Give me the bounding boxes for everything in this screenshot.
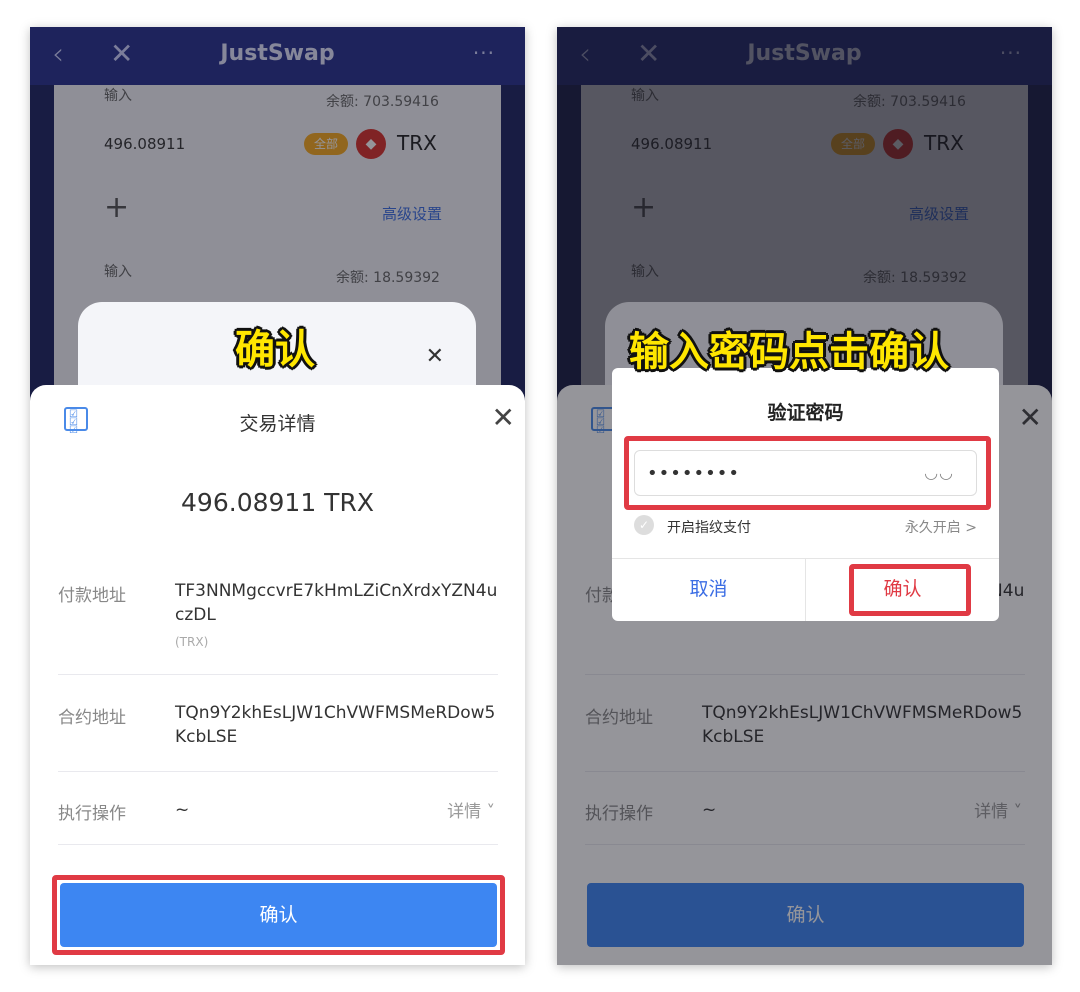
fingerprint-label: 开启指纹支付 (667, 520, 751, 536)
operation-label: 执行操作 (58, 804, 126, 824)
payment-address-value: TF3NNMgccvrE7kHmLZiCnXrdxYZN4uczDL (175, 581, 498, 625)
left-phone-screen: ‹ ✕ JustSwap ··· 输入 余额: 703.59416 496.08… (30, 27, 525, 965)
highlight-frame (849, 564, 971, 616)
transaction-details-sheet: ☑☑☑ 交易详情 ✕ 496.08911 TRX 付款地址 TF3NNMgccv… (30, 385, 525, 965)
tutorial-caption: 输入密码点击确认 (629, 329, 949, 375)
sheet-header: ☑☑☑ 交易详情 ✕ (30, 385, 525, 455)
contract-address-value: TQn9Y2khEsLJW1ChVWFMSMeRDow5KcbLSE (175, 703, 496, 747)
contract-address-label: 合约地址 (58, 708, 126, 728)
verify-password-dialog: 验证密码 •••••••• ◡◡ ✓ 开启指纹支付 永久开启 > 取消 确认 (612, 368, 999, 621)
payment-token-sub: (TRX) (175, 635, 209, 649)
divider (58, 844, 498, 845)
fingerprint-checkbox[interactable]: ✓ (634, 515, 654, 535)
sheet-title: 交易详情 (239, 413, 316, 435)
close-icon[interactable]: ✕ (492, 401, 515, 434)
cancel-button[interactable]: 取消 (612, 558, 805, 621)
highlight-frame (52, 875, 505, 955)
close-icon: ✕ (425, 344, 444, 369)
tutorial-caption: 确认 (235, 327, 315, 373)
right-phone-screen: ‹ ✕ JustSwap ··· 输入 余额: 703.59416 496.08… (557, 27, 1052, 965)
enable-permanently-link[interactable]: 永久开启 > (905, 517, 977, 537)
divider (58, 771, 498, 772)
dialog-title: 验证密码 (767, 402, 844, 424)
divider (58, 674, 498, 675)
highlight-frame (624, 436, 991, 510)
details-link[interactable]: 详情 ˅ (447, 797, 495, 822)
transaction-amount: 496.08911 TRX (181, 488, 374, 517)
payment-address-label: 付款地址 (58, 586, 126, 606)
